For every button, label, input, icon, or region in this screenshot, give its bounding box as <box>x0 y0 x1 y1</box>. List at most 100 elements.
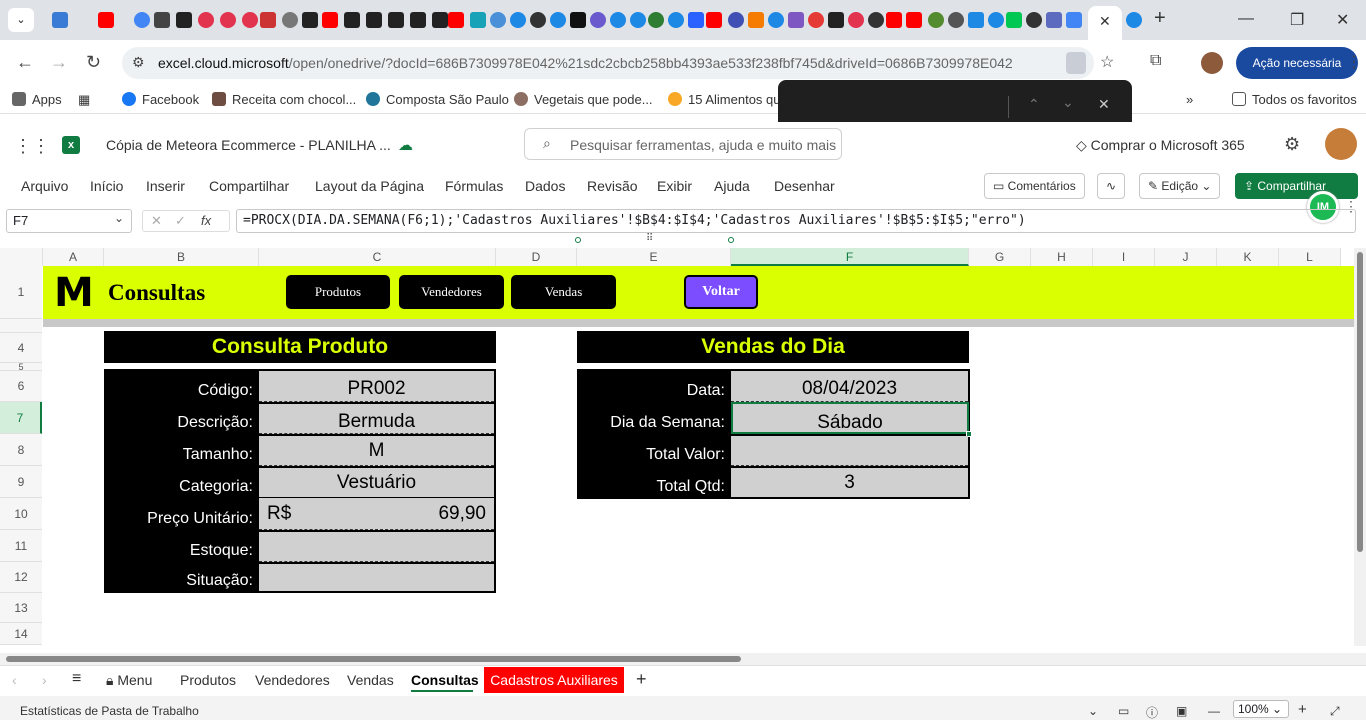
editing-mode-button[interactable]: ✎ Edição ⌄ <box>1139 173 1221 199</box>
value-descricao[interactable]: Bermuda <box>259 404 494 434</box>
github-icon[interactable] <box>530 12 546 28</box>
horizontal-scrollbar[interactable] <box>0 653 1366 665</box>
formula-input[interactable]: =PROCX(DIA.DA.SEMANA(F6;1);'Cadastros Au… <box>236 209 1356 233</box>
tab-favicon-icon[interactable] <box>848 12 864 28</box>
action-needed-button[interactable]: Ação necessária <box>1236 47 1358 79</box>
window-close-icon[interactable]: ✕ <box>1336 10 1349 30</box>
tab-favicon-icon[interactable] <box>52 12 68 28</box>
bookmark-vegetais[interactable]: Vegetais que pode... <box>514 92 653 107</box>
tab-favicon-icon[interactable] <box>490 12 506 28</box>
tab-favicon-icon[interactable] <box>748 12 764 28</box>
comments-button[interactable]: ▭ Comentários <box>984 173 1085 199</box>
tab-favicon-icon[interactable] <box>768 12 784 28</box>
tab-favicon-icon[interactable] <box>590 12 606 28</box>
youtube-icon[interactable] <box>886 12 902 28</box>
col-header-i[interactable]: I <box>1093 248 1155 266</box>
sheet-tab-consultas[interactable]: Consultas <box>411 672 479 688</box>
settings-gear-icon[interactable]: ⚙ <box>1284 134 1300 155</box>
tab-favicon-icon[interactable] <box>808 12 824 28</box>
youtube-icon[interactable] <box>322 12 338 28</box>
value-tamanho[interactable]: M <box>259 436 494 466</box>
row-header-hidden[interactable] <box>0 319 42 333</box>
view-icon[interactable]: ▣ <box>1176 704 1187 718</box>
tab-favicon-icon[interactable] <box>344 12 360 28</box>
tab-favicon-icon[interactable] <box>198 12 214 28</box>
zoom-level[interactable]: 100% ⌄ <box>1233 700 1289 718</box>
col-header-b[interactable]: B <box>104 248 259 266</box>
tab-favicon-icon[interactable] <box>948 12 964 28</box>
youtube-icon[interactable] <box>906 12 922 28</box>
menu-dados[interactable]: Dados <box>525 178 565 194</box>
maximize-icon[interactable]: ❐ <box>1290 10 1304 30</box>
meta-icon[interactable] <box>688 12 704 28</box>
row-header-13[interactable]: 13 <box>0 593 42 623</box>
row-header-8[interactable]: 8 <box>0 434 42 466</box>
nav-vendas-button[interactable]: Vendas <box>511 275 616 309</box>
sheet-tab-vendas[interactable]: Vendas <box>347 672 394 688</box>
menu-formulas[interactable]: Fórmulas <box>445 178 503 194</box>
tab-favicon-icon[interactable] <box>1006 12 1022 28</box>
tab-favicon-icon[interactable] <box>154 12 170 28</box>
find-next-icon[interactable]: ⌄ <box>1062 94 1074 111</box>
row-header-11[interactable]: 11 <box>0 530 42 562</box>
tab-favicon-icon[interactable] <box>1046 12 1062 28</box>
youtube-icon[interactable] <box>706 12 722 28</box>
col-header-a[interactable]: A <box>43 248 104 266</box>
row-header-12[interactable]: 12 <box>0 562 42 593</box>
document-title[interactable]: Cópia de Meteora Ecommerce - PLANILHA ..… <box>106 137 391 153</box>
object-handle[interactable] <box>575 237 581 243</box>
forward-icon[interactable]: → <box>50 52 68 73</box>
grid-icon[interactable]: ▦ <box>78 92 90 108</box>
tabs-next-icon[interactable]: › <box>42 672 47 688</box>
col-header-j[interactable]: J <box>1155 248 1217 266</box>
value-estoque[interactable] <box>259 532 494 562</box>
value-categoria[interactable]: Vestuário <box>259 468 494 497</box>
tab-search-button[interactable]: ⌄ <box>8 8 34 32</box>
insert-function-icon[interactable]: fx <box>201 213 211 228</box>
zoom-out-icon[interactable]: — <box>1208 704 1220 718</box>
zoom-in-icon[interactable]: + <box>1298 701 1307 718</box>
value-situacao[interactable] <box>259 564 494 591</box>
col-header-e[interactable]: E <box>577 248 731 266</box>
status-chevron-icon[interactable]: ⌄ <box>1088 704 1098 718</box>
extensions-icon[interactable]: ⧉ <box>1150 52 1161 70</box>
horizontal-scroll-thumb[interactable] <box>6 656 741 662</box>
tab-favicon-icon[interactable] <box>220 12 236 28</box>
tab-favicon-icon[interactable] <box>668 12 684 28</box>
menu-desenhar[interactable]: Desenhar <box>774 178 835 194</box>
tab-favicon-icon[interactable] <box>470 12 486 28</box>
buy-microsoft-365[interactable]: ◇ Comprar o Microsoft 365 <box>1076 137 1245 154</box>
reload-icon[interactable]: ↻ <box>86 52 101 73</box>
back-icon[interactable]: ← <box>16 52 34 73</box>
sheet-tab-produtos[interactable]: Produtos <box>180 672 236 688</box>
chatgpt-icon[interactable] <box>570 12 586 28</box>
menu-revisao[interactable]: Revisão <box>587 178 638 194</box>
google-icon[interactable] <box>1066 12 1082 28</box>
minimize-icon[interactable]: — <box>1238 10 1254 28</box>
url-text[interactable]: excel.cloud.microsoft/open/onedrive/?doc… <box>158 55 1013 71</box>
activity-button[interactable]: ∿ <box>1097 173 1126 199</box>
confirm-edit-icon[interactable]: ✓ <box>175 213 186 229</box>
profile-avatar[interactable] <box>1201 52 1223 74</box>
row-header-7[interactable]: 7 <box>0 402 42 434</box>
workbook-statistics[interactable]: Estatísticas de Pasta de Trabalho <box>20 704 199 718</box>
sheet-tab-vendedores[interactable]: Vendedores <box>255 672 330 688</box>
close-tab-icon[interactable]: ✕ <box>1099 13 1111 30</box>
tab-favicon-icon[interactable] <box>282 12 298 28</box>
tab-favicon-icon[interactable] <box>510 12 526 28</box>
select-all-corner[interactable] <box>0 248 43 266</box>
tab-favicon-icon[interactable] <box>988 12 1004 28</box>
youtube-icon[interactable] <box>448 12 464 28</box>
row-header-6[interactable]: 6 <box>0 371 42 402</box>
sheet-tab-menu[interactable]: 🔒︎ Menu <box>106 672 152 689</box>
drag-handle-icon[interactable]: ⠿ <box>646 233 653 244</box>
site-info-icon[interactable]: ⚙ <box>132 54 145 71</box>
tab-favicon-icon[interactable] <box>366 12 382 28</box>
tab-favicon-icon[interactable] <box>630 12 646 28</box>
bookmark-composta[interactable]: Composta São Paulo <box>366 92 509 107</box>
tab-favicon-icon[interactable] <box>610 12 626 28</box>
col-header-d[interactable]: D <box>496 248 577 266</box>
user-avatar[interactable] <box>1325 128 1357 160</box>
tab-favicon-icon[interactable] <box>968 12 984 28</box>
tab-favicon-icon[interactable] <box>410 12 426 28</box>
